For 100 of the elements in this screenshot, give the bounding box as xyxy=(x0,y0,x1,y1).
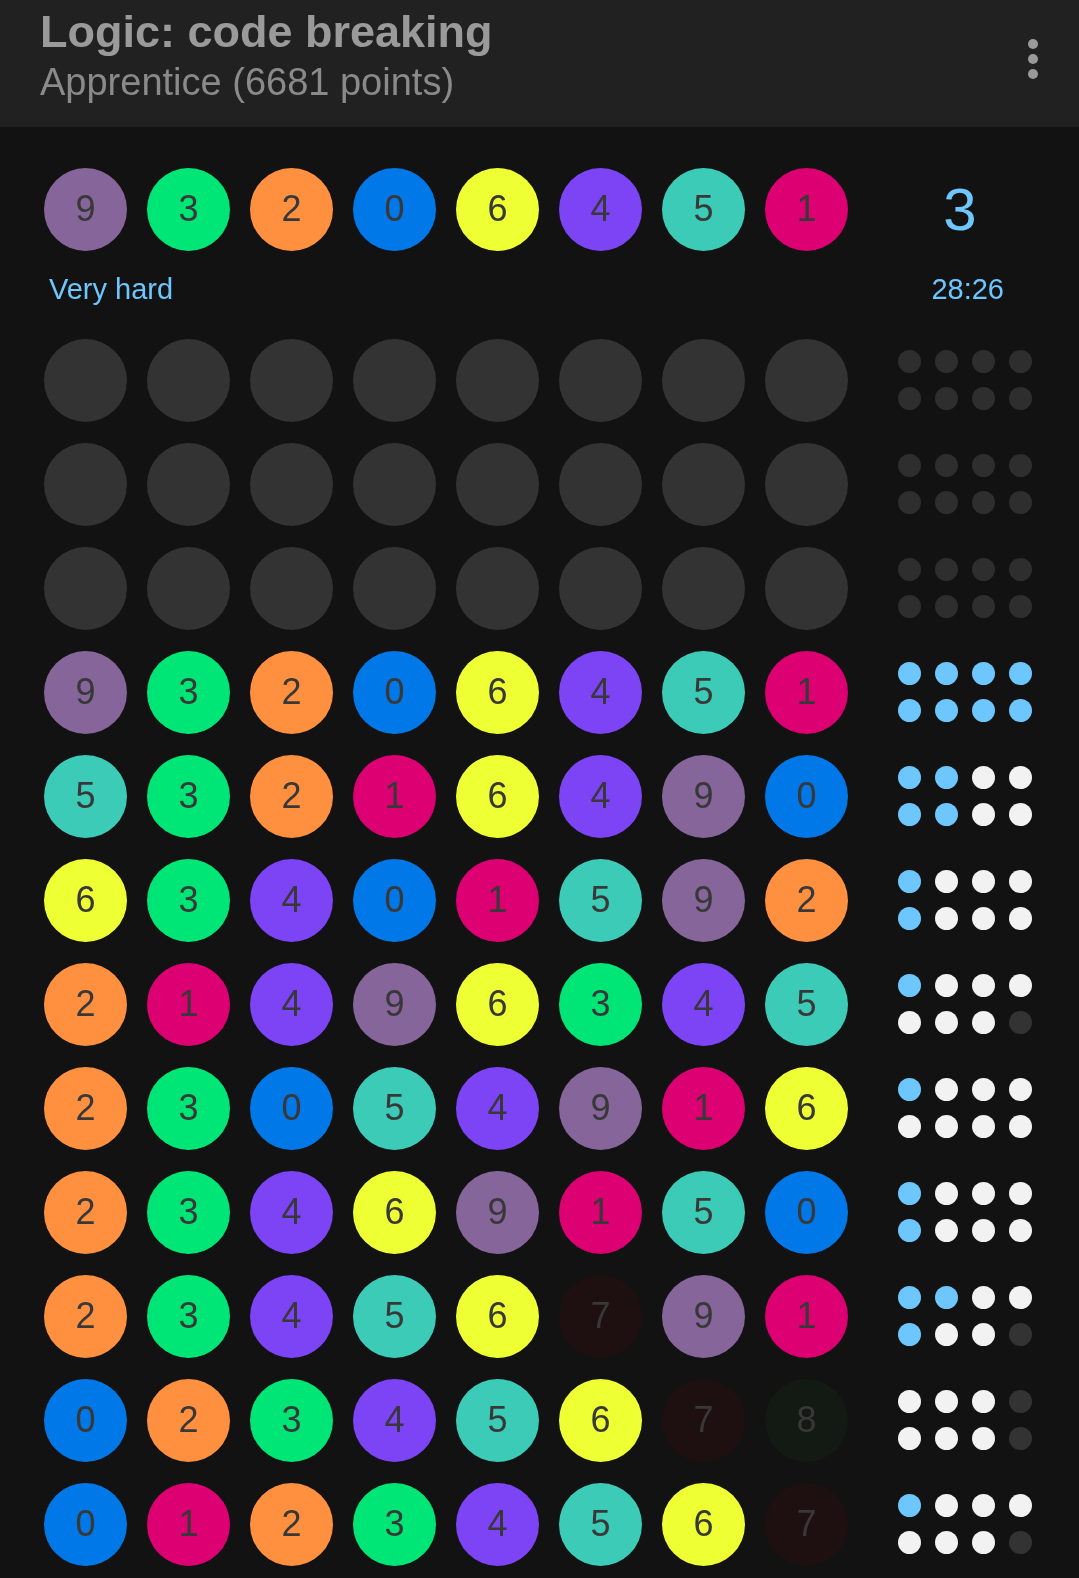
feedback-dot xyxy=(898,699,921,722)
feedback-dot xyxy=(935,803,958,826)
feedback-dot xyxy=(972,870,995,893)
number-peg: 3 xyxy=(147,1066,230,1150)
feedback-dot xyxy=(935,907,958,930)
number-peg: 1 xyxy=(765,650,848,734)
feedback-dot xyxy=(935,1286,958,1309)
number-peg: 6 xyxy=(662,1482,745,1566)
number-peg: 4 xyxy=(250,962,333,1046)
number-peg: 4 xyxy=(456,1482,539,1566)
feedback-dot xyxy=(972,974,995,997)
feedback-dot xyxy=(972,907,995,930)
number-peg: 1 xyxy=(765,1274,848,1358)
number-peg: 6 xyxy=(44,858,127,942)
number-peg: 6 xyxy=(559,1378,642,1462)
feedback-dot xyxy=(935,1011,958,1034)
feedback-dot xyxy=(972,1078,995,1101)
number-peg[interactable]: 0 xyxy=(353,167,436,251)
feedback-dot xyxy=(1009,1078,1032,1101)
number-peg: 6 xyxy=(353,1170,436,1254)
number-peg: 2 xyxy=(44,1170,127,1254)
number-peg: 1 xyxy=(662,1066,745,1150)
feedback-dot xyxy=(972,803,995,826)
feedback-dot xyxy=(1009,870,1032,893)
feedback-dot xyxy=(1009,1494,1032,1517)
feedback-dot xyxy=(898,662,921,685)
number-peg: 6 xyxy=(765,1066,848,1150)
number-peg: 4 xyxy=(456,1066,539,1150)
number-peg: 2 xyxy=(44,1274,127,1358)
app-title: Logic: code breaking xyxy=(40,5,494,58)
number-peg: 9 xyxy=(662,858,745,942)
number-peg: 4 xyxy=(250,858,333,942)
feedback-dot xyxy=(1009,1182,1032,1205)
feedback-dot xyxy=(972,1115,995,1138)
feedback-dot xyxy=(898,1078,921,1101)
feedback-dot xyxy=(1009,662,1032,685)
number-peg: 2 xyxy=(765,858,848,942)
feedback-dot xyxy=(1009,1219,1032,1242)
feedback-dot xyxy=(972,766,995,789)
feedback-dot xyxy=(972,662,995,685)
feedback-dot xyxy=(935,1323,958,1346)
feedback-dot xyxy=(935,870,958,893)
number-peg: 6 xyxy=(456,754,539,838)
app-subtitle: Apprentice (6681 points) xyxy=(40,59,456,105)
number-peg[interactable]: 5 xyxy=(662,167,745,251)
number-peg: 5 xyxy=(765,962,848,1046)
number-peg: 2 xyxy=(250,650,333,734)
number-peg: 2 xyxy=(250,1482,333,1566)
feedback-dot xyxy=(935,662,958,685)
number-peg[interactable]: 6 xyxy=(456,167,539,251)
number-peg: 3 xyxy=(147,1274,230,1358)
feedback-dot xyxy=(935,1182,958,1205)
number-peg: 5 xyxy=(662,1170,745,1254)
feedback-dot xyxy=(1009,1011,1032,1034)
feedback-dot xyxy=(1009,1115,1032,1138)
timer-label: 28:26 xyxy=(931,273,1004,306)
feedback-dot xyxy=(1009,1323,1032,1346)
feedback-dot xyxy=(935,1531,958,1554)
number-peg: 5 xyxy=(456,1378,539,1462)
number-peg: 9 xyxy=(353,962,436,1046)
number-peg: 3 xyxy=(147,1170,230,1254)
number-peg: 3 xyxy=(147,650,230,734)
feedback-dot xyxy=(935,766,958,789)
feedback-dot xyxy=(935,1427,958,1450)
number-peg: 6 xyxy=(456,1274,539,1358)
feedback-dot xyxy=(935,1390,958,1413)
number-peg[interactable]: 3 xyxy=(147,167,230,251)
number-peg: 0 xyxy=(250,1066,333,1150)
number-peg: 4 xyxy=(662,962,745,1046)
feedback-dot xyxy=(898,1323,921,1346)
number-peg: 0 xyxy=(44,1378,127,1462)
number-peg: 5 xyxy=(353,1274,436,1358)
number-peg: 4 xyxy=(250,1170,333,1254)
number-peg: 9 xyxy=(44,650,127,734)
more-menu-icon[interactable] xyxy=(1027,37,1039,80)
feedback-dot xyxy=(898,1390,921,1413)
number-peg: 1 xyxy=(147,962,230,1046)
number-peg[interactable]: 2 xyxy=(250,167,333,251)
feedback-dot xyxy=(935,1494,958,1517)
number-peg: 2 xyxy=(250,754,333,838)
number-peg: 9 xyxy=(662,1274,745,1358)
feedback-dot xyxy=(898,1531,921,1554)
feedback-dot xyxy=(1009,1286,1032,1309)
feedback-dot xyxy=(972,1531,995,1554)
feedback-dot xyxy=(972,1182,995,1205)
number-peg: 5 xyxy=(559,1482,642,1566)
feedback-dot xyxy=(898,766,921,789)
number-peg: 6 xyxy=(456,650,539,734)
number-peg: 9 xyxy=(456,1170,539,1254)
number-peg: 5 xyxy=(44,754,127,838)
number-peg: 3 xyxy=(559,962,642,1046)
number-peg: 3 xyxy=(147,858,230,942)
feedback-dot xyxy=(972,1494,995,1517)
feedback-dot xyxy=(898,1011,921,1034)
feedback-dot xyxy=(1009,766,1032,789)
feedback-dot xyxy=(935,974,958,997)
feedback-dot xyxy=(972,699,995,722)
number-peg: 2 xyxy=(44,962,127,1046)
number-peg: 2 xyxy=(147,1378,230,1462)
feedback-dot xyxy=(972,1390,995,1413)
